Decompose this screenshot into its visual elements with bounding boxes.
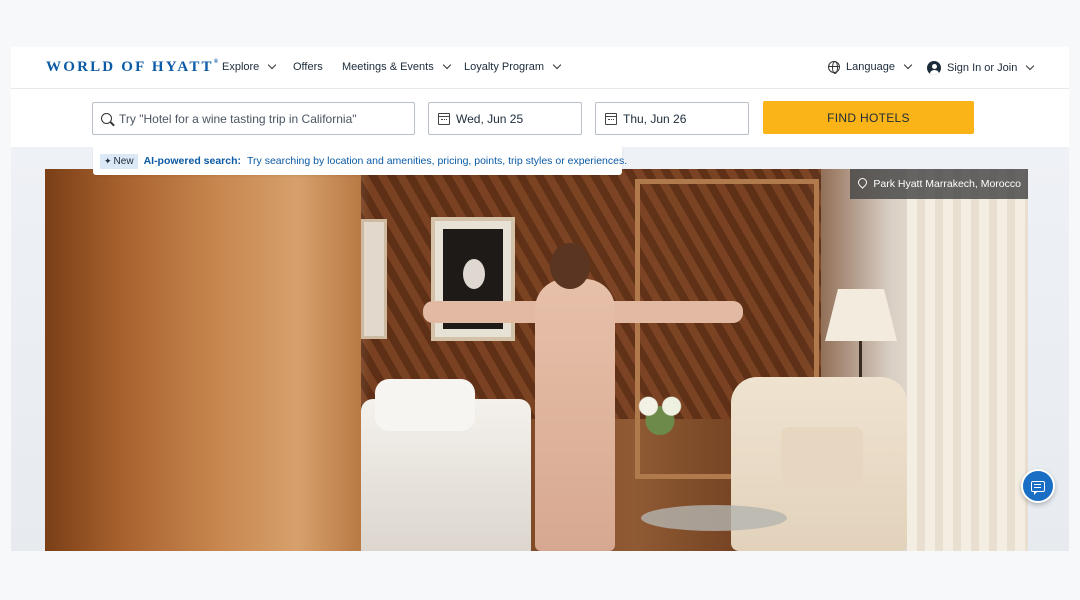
chat-icon (1031, 480, 1045, 495)
destination-search-input[interactable]: Try "Hotel for a wine tasting trip in Ca… (92, 102, 415, 135)
checkout-date-field[interactable]: Thu, Jun 26 (595, 102, 749, 135)
chevron-down-icon (903, 60, 913, 70)
nav-item-label: Offers (293, 61, 323, 73)
checkin-date-field[interactable]: Wed, Jun 25 (428, 102, 582, 135)
sparkle-icon: ✦ (104, 155, 112, 166)
calendar-icon (438, 112, 450, 125)
world-of-hyatt-logo[interactable]: WORLD OF HYATT® (46, 59, 218, 76)
checkout-date: Thu, Jun 26 (623, 111, 687, 126)
globe-icon (828, 61, 840, 74)
location-pin-icon (858, 178, 867, 190)
pillow (375, 379, 475, 431)
hero-image: Park Hyatt Marrakech, Morocco (45, 169, 1028, 551)
page-frame: WORLD OF HYATT® Explore Offers Meetings … (11, 47, 1069, 551)
person (535, 279, 615, 551)
nav-item-label: Meetings & Events (342, 61, 434, 73)
hero-location-label: Park Hyatt Marrakech, Morocco (873, 178, 1021, 190)
cushion (781, 427, 863, 487)
user-icon (927, 61, 941, 75)
calendar-icon (605, 112, 617, 125)
ai-search-banner: ✦ New AI-powered search: Try searching b… (93, 147, 627, 175)
door-blur (45, 169, 361, 551)
new-badge: ✦ New (100, 153, 138, 169)
top-navigation: WORLD OF HYATT® Explore Offers Meetings … (11, 47, 1069, 89)
chat-button[interactable] (1021, 469, 1055, 503)
new-badge-label: New (113, 155, 134, 167)
lamp-pole (859, 341, 862, 381)
nav-item-label: Loyalty Program (464, 61, 545, 73)
coffee-table (641, 505, 787, 531)
sign-in-menu[interactable]: Sign In or Join (927, 61, 1035, 75)
nav-item-label: Explore (222, 61, 260, 73)
ai-banner-title: AI-powered search: (143, 155, 242, 167)
chevron-down-icon (1026, 61, 1035, 71)
person-head (550, 243, 590, 289)
flower-vase (631, 387, 689, 435)
curtain (907, 169, 1028, 551)
find-hotels-button[interactable]: FIND HOTELS (763, 101, 974, 134)
search-bar: Try "Hotel for a wine tasting trip in Ca… (11, 89, 1069, 147)
nav-item-loyalty-program[interactable]: Loyalty Program (464, 60, 562, 73)
search-placeholder: Try "Hotel for a wine tasting trip in Ca… (119, 111, 357, 126)
hero-location-tag[interactable]: Park Hyatt Marrakech, Morocco (850, 169, 1028, 199)
nav-item-meetings-events[interactable]: Meetings & Events (342, 60, 451, 73)
search-icon (101, 113, 112, 124)
chevron-down-icon (268, 60, 277, 70)
language-label: Language (846, 61, 895, 73)
ai-banner-text: Try searching by location and amenities,… (247, 155, 628, 167)
nav-item-explore[interactable]: Explore (222, 60, 277, 73)
sign-in-label: Sign In or Join (947, 62, 1018, 74)
nav-item-offers[interactable]: Offers (293, 61, 323, 73)
wall-art-left (361, 219, 387, 339)
language-selector[interactable]: Language (828, 60, 913, 74)
lamp (825, 289, 897, 341)
chevron-down-icon (442, 60, 451, 70)
checkin-date: Wed, Jun 25 (456, 111, 524, 126)
chevron-down-icon (552, 60, 562, 70)
